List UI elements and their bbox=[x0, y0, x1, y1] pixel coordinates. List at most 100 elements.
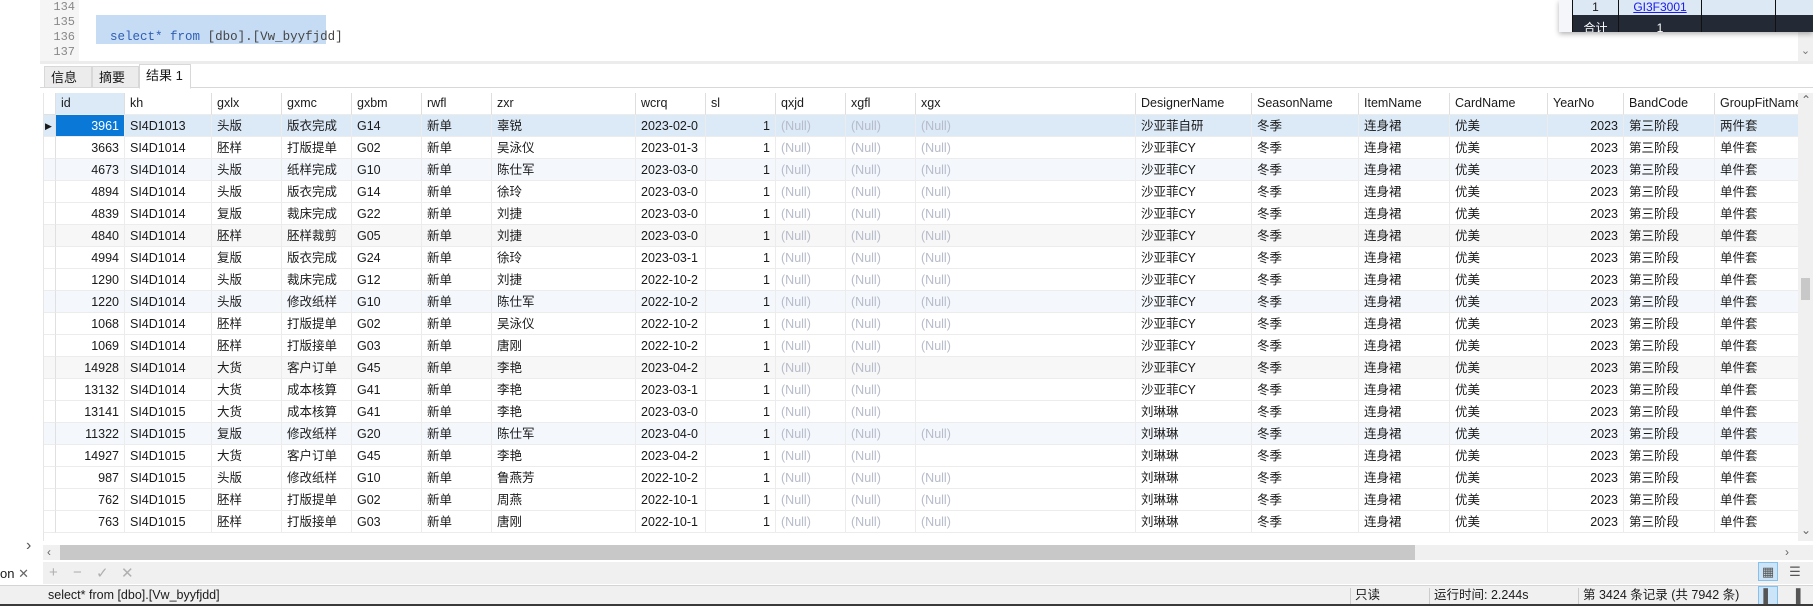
cell-yearno[interactable]: 2023 bbox=[1548, 401, 1624, 423]
cell-gxbm[interactable]: G41 bbox=[352, 379, 422, 401]
cell-id[interactable]: 4994 bbox=[56, 247, 125, 269]
chevron-left-icon[interactable]: ‹ bbox=[47, 545, 51, 560]
cell-designername[interactable]: 沙亚菲CY bbox=[1136, 357, 1252, 379]
expand-panel-icon[interactable]: › bbox=[26, 537, 31, 555]
cell-gxmc[interactable]: 客户订单 bbox=[282, 357, 352, 379]
cell-wcrq[interactable]: 2022-10-2 bbox=[636, 291, 706, 313]
cell-zxr[interactable]: 刘捷 bbox=[492, 269, 636, 291]
discard-changes-button[interactable]: ✕ bbox=[121, 564, 134, 582]
cell-gxbm[interactable]: G03 bbox=[352, 335, 422, 357]
cell-gxbm[interactable]: G03 bbox=[352, 511, 422, 533]
cell-sl[interactable]: 1 bbox=[706, 291, 776, 313]
cell-wcrq[interactable]: 2023-03-0 bbox=[636, 181, 706, 203]
vertical-scrollbar[interactable]: ⌃ ⌄ bbox=[1798, 93, 1813, 541]
cell-rwfl[interactable]: 新单 bbox=[422, 467, 492, 489]
cell-sl[interactable]: 1 bbox=[706, 203, 776, 225]
cell-wcrq[interactable]: 2023-02-0 bbox=[636, 115, 706, 137]
cell-gxlx[interactable]: 头版 bbox=[212, 115, 282, 137]
cell-kh[interactable]: SI4D1015 bbox=[125, 511, 212, 533]
cell-itemname[interactable]: 连身裙 bbox=[1359, 357, 1450, 379]
cell-groupfitname[interactable]: 单件套 bbox=[1715, 269, 1798, 291]
tab-result-1[interactable]: 结果 1 bbox=[139, 64, 191, 89]
cell-gxmc[interactable]: 打版提单 bbox=[282, 489, 352, 511]
row-indicator[interactable] bbox=[44, 313, 56, 335]
cell-sl[interactable]: 1 bbox=[706, 247, 776, 269]
table-row[interactable]: 4840 SI4D1014 胚样 胚样裁剪 G05 新单 刘捷 2023-03-0 1 (Null… bbox=[44, 225, 1798, 247]
cell-wcrq[interactable]: 2023-03-1 bbox=[636, 247, 706, 269]
cell-gxbm[interactable]: G02 bbox=[352, 313, 422, 335]
cell-seasonname[interactable]: 冬季 bbox=[1252, 181, 1359, 203]
cell-id[interactable]: 3961 bbox=[56, 115, 125, 137]
cell-wcrq[interactable]: 2023-01-3 bbox=[636, 137, 706, 159]
table-row[interactable]: 763 SI4D1015 胚样 打版接单 G03 新单 唐刚 2022-10-1 1 (Null)… bbox=[44, 511, 1798, 533]
cell-xgx[interactable]: (Null) bbox=[916, 269, 1136, 291]
cell-xgx[interactable]: (Null) bbox=[916, 159, 1136, 181]
cell-wcrq[interactable]: 2023-03-0 bbox=[636, 159, 706, 181]
cell-bandcode[interactable]: 第三阶段 bbox=[1624, 269, 1715, 291]
cell-zxr[interactable]: 唐刚 bbox=[492, 335, 636, 357]
cell-id[interactable]: 4894 bbox=[56, 181, 125, 203]
cell-kh[interactable]: SI4D1014 bbox=[125, 269, 212, 291]
cell-yearno[interactable]: 2023 bbox=[1548, 159, 1624, 181]
cell-qxjd[interactable]: (Null) bbox=[776, 181, 846, 203]
cell-itemname[interactable]: 连身裙 bbox=[1359, 181, 1450, 203]
table-row[interactable]: 3663 SI4D1014 胚样 打版提单 G02 新单 吴泳仪 2023-01-3 1 (Nul… bbox=[44, 137, 1798, 159]
cell-itemname[interactable]: 连身裙 bbox=[1359, 137, 1450, 159]
cell-seasonname[interactable]: 冬季 bbox=[1252, 489, 1359, 511]
cell-groupfitname[interactable]: 单件套 bbox=[1715, 379, 1798, 401]
cell-gxbm[interactable]: G10 bbox=[352, 467, 422, 489]
result-grid[interactable]: id kh gxlx gxmc gxbm rwfl zxr wcrq sl qxjd xgfl xgx… bbox=[43, 93, 1798, 541]
cell-xgfl[interactable]: (Null) bbox=[846, 379, 916, 401]
cell-gxmc[interactable]: 修改纸样 bbox=[282, 423, 352, 445]
cell-rwfl[interactable]: 新单 bbox=[422, 137, 492, 159]
cell-qxjd[interactable]: (Null) bbox=[776, 335, 846, 357]
cell-gxmc[interactable]: 修改纸样 bbox=[282, 291, 352, 313]
cell-groupfitname[interactable]: 单件套 bbox=[1715, 467, 1798, 489]
cell-gxlx[interactable]: 头版 bbox=[212, 467, 282, 489]
cell-rwfl[interactable]: 新单 bbox=[422, 203, 492, 225]
cell-kh[interactable]: SI4D1015 bbox=[125, 445, 212, 467]
cell-itemname[interactable]: 连身裙 bbox=[1359, 225, 1450, 247]
table-row[interactable]: 1069 SI4D1014 胚样 打版接单 G03 新单 唐刚 2022-10-2 1 (Null… bbox=[44, 335, 1798, 357]
cell-yearno[interactable]: 2023 bbox=[1548, 247, 1624, 269]
cell-cardname[interactable]: 优美 bbox=[1450, 489, 1548, 511]
cell-yearno[interactable]: 2023 bbox=[1548, 511, 1624, 533]
sql-editor[interactable]: 134 135 136 137 select* from [dbo].[Vw_b… bbox=[40, 0, 1813, 61]
cell-gxbm[interactable]: G45 bbox=[352, 357, 422, 379]
cell-qxjd[interactable]: (Null) bbox=[776, 203, 846, 225]
cell-qxjd[interactable]: (Null) bbox=[776, 159, 846, 181]
horizontal-scroll-thumb[interactable] bbox=[60, 545, 1415, 560]
cell-bandcode[interactable]: 第三阶段 bbox=[1624, 247, 1715, 269]
cell-xgx[interactable] bbox=[916, 445, 1136, 467]
cell-yearno[interactable]: 2023 bbox=[1548, 269, 1624, 291]
cell-rwfl[interactable]: 新单 bbox=[422, 159, 492, 181]
cell-sl[interactable]: 1 bbox=[706, 401, 776, 423]
cell-gxbm[interactable]: G41 bbox=[352, 401, 422, 423]
cell-qxjd[interactable]: (Null) bbox=[776, 269, 846, 291]
table-row[interactable]: 14927 SI4D1015 大货 客户订单 G45 新单 李艳 2023-04-2 1 (Nul… bbox=[44, 445, 1798, 467]
popup-link-cell[interactable]: GI3F3001 bbox=[1619, 0, 1702, 15]
table-row[interactable]: 1290 SI4D1014 头版 裁床完成 G12 新单 刘捷 2022-10-2 1 (Null… bbox=[44, 269, 1798, 291]
cell-kh[interactable]: SI4D1014 bbox=[125, 203, 212, 225]
cell-sl[interactable]: 1 bbox=[706, 181, 776, 203]
cell-qxjd[interactable]: (Null) bbox=[776, 115, 846, 137]
chevron-down-icon[interactable]: ⌄ bbox=[1801, 523, 1811, 538]
cell-id[interactable]: 987 bbox=[56, 467, 125, 489]
cell-gxbm[interactable]: G10 bbox=[352, 291, 422, 313]
cell-cardname[interactable]: 优美 bbox=[1450, 269, 1548, 291]
cell-xgfl[interactable]: (Null) bbox=[846, 467, 916, 489]
cell-seasonname[interactable]: 冬季 bbox=[1252, 247, 1359, 269]
cell-gxmc[interactable]: 打版提单 bbox=[282, 313, 352, 335]
cell-id[interactable]: 11322 bbox=[56, 423, 125, 445]
cell-yearno[interactable]: 2023 bbox=[1548, 467, 1624, 489]
cell-cardname[interactable]: 优美 bbox=[1450, 379, 1548, 401]
table-row[interactable]: ▶ 3961 SI4D1013 头版 版衣完成 G14 新单 辜锐 2023-02-0 1 (Nul… bbox=[44, 115, 1798, 137]
cell-itemname[interactable]: 连身裙 bbox=[1359, 401, 1450, 423]
cell-id[interactable]: 763 bbox=[56, 511, 125, 533]
table-row[interactable]: 4894 SI4D1014 头版 版衣完成 G14 新单 徐玲 2023-03-0 1 (Null… bbox=[44, 181, 1798, 203]
row-indicator[interactable] bbox=[44, 291, 56, 313]
cell-designername[interactable]: 沙亚菲CY bbox=[1136, 335, 1252, 357]
cell-wcrq[interactable]: 2022-10-2 bbox=[636, 269, 706, 291]
row-indicator[interactable] bbox=[44, 445, 56, 467]
cell-zxr[interactable]: 徐玲 bbox=[492, 181, 636, 203]
